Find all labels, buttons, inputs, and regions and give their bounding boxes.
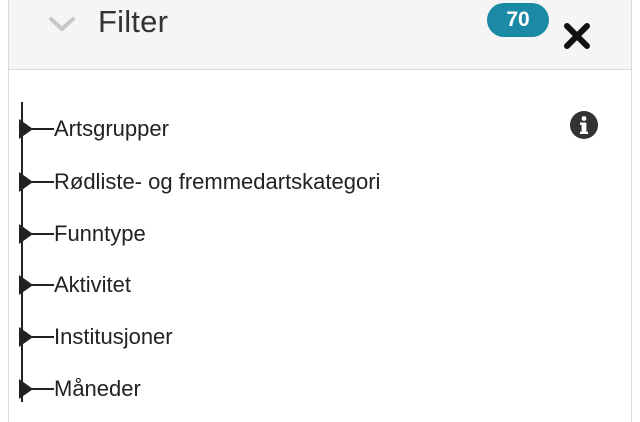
tree-branch-line [32, 181, 54, 183]
expand-arrow-icon [19, 172, 33, 192]
tree-branch-line [32, 128, 54, 130]
filter-item-label: Måneder [54, 376, 141, 401]
filter-item-label: Aktivitet [54, 272, 132, 297]
expand-arrow-icon [19, 275, 33, 295]
filter-item-artsgrupper[interactable]: Artsgrupper [19, 114, 579, 144]
chevron-down-icon[interactable] [47, 12, 77, 36]
expand-arrow-icon [19, 327, 33, 347]
expand-arrow-icon [19, 224, 33, 244]
tree-connector-line [21, 102, 23, 402]
filter-item-institusjoner[interactable]: Institusjoner [19, 322, 579, 352]
tree-branch-line [32, 388, 54, 390]
filter-item-label: Funntype [54, 221, 146, 246]
filter-item-aktivitet[interactable]: Aktivitet [19, 270, 579, 300]
count-badge: 70 [487, 3, 549, 37]
filter-item-funntype[interactable]: Funntype [19, 219, 579, 249]
filter-item-maneder[interactable]: Måneder [19, 374, 579, 404]
filter-item-label: Artsgrupper [54, 116, 169, 141]
page-title: Filter [98, 4, 169, 39]
expand-arrow-icon [19, 119, 33, 139]
filter-header: Filter 70 [9, 0, 631, 70]
tree-branch-line [32, 233, 54, 235]
close-icon[interactable] [561, 20, 593, 52]
tree-branch-line [32, 336, 54, 338]
expand-arrow-icon [19, 379, 33, 399]
tree-branch-line [32, 284, 54, 286]
filter-item-label: Institusjoner [54, 324, 173, 349]
filter-panel: Filter 70 Artsgrupper Rødliste- og fremm… [8, 0, 632, 422]
filter-item-label: Rødliste- og fremmedartskategori [54, 169, 381, 194]
filter-item-rodliste[interactable]: Rødliste- og fremmedartskategori [19, 167, 579, 197]
